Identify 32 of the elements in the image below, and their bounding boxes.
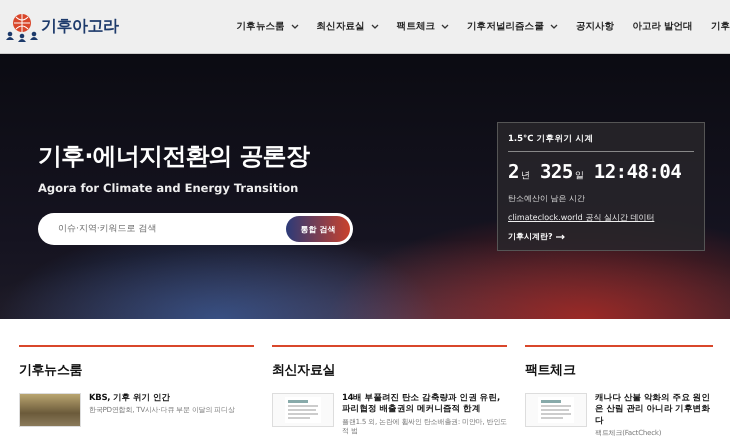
- nav-link[interactable]: 아고라 발언대: [623, 20, 702, 33]
- time-value: 12:48:04: [594, 161, 682, 183]
- days-value: 325: [540, 161, 573, 183]
- search-button[interactable]: 통합 검색: [286, 216, 350, 242]
- hero-title: 기후·에너지전환의 공론장: [38, 141, 311, 172]
- article-title[interactable]: 14배 부풀려진 탄소 감축량과 인권 유린, 파리협정 배출권의 메커니즘적 한계: [342, 393, 507, 416]
- search-field[interactable]: 이슈·지역·키워드로 검색 통합 검색: [38, 213, 353, 245]
- nav-link[interactable]: 공지사항: [566, 20, 624, 33]
- document-thumbnail[interactable]: [272, 393, 334, 427]
- globe-people-logo-icon: [5, 12, 39, 42]
- arrow-right-icon: [556, 234, 566, 240]
- nav-link[interactable]: 기후뉴스룸: [228, 20, 308, 33]
- section-heading: 기후뉴스룸: [19, 362, 84, 379]
- data-source-link[interactable]: climateclock.world 공식 실시간 데이터: [508, 212, 654, 223]
- section-heading: 최신자료실: [272, 362, 336, 379]
- article-title[interactable]: 캐나다 산불 악화의 주요 원인은 산림 관리 아니라 기후변화다: [595, 393, 713, 428]
- nav-link[interactable]: 최신자료실: [308, 20, 388, 33]
- nav-link[interactable]: 기후: [702, 20, 730, 33]
- article-title[interactable]: KBS, 기후 위기 인간: [89, 393, 235, 404]
- days-unit: 일: [574, 170, 584, 182]
- hero-subtitle: Agora for Climate and Energy Transition: [38, 181, 300, 195]
- photo-placeholder[interactable]: [19, 393, 81, 427]
- section-heading: 팩트체크: [525, 362, 576, 379]
- clock-caption: 탄소예산이 남은 시간: [508, 193, 586, 204]
- clock-title: 1.5°C 기후위기 시계: [508, 133, 694, 152]
- years-unit: 년: [520, 170, 530, 182]
- nav-link[interactable]: 팩트체크: [388, 20, 458, 33]
- clock-info-link[interactable]: 기후시계란?: [508, 231, 566, 242]
- years-value: 2: [508, 161, 519, 183]
- logo-text[interactable]: 기후아고라: [41, 16, 118, 37]
- document-thumbnail[interactable]: [525, 393, 587, 427]
- nav-link[interactable]: 기후저널리즘스쿨: [458, 20, 567, 33]
